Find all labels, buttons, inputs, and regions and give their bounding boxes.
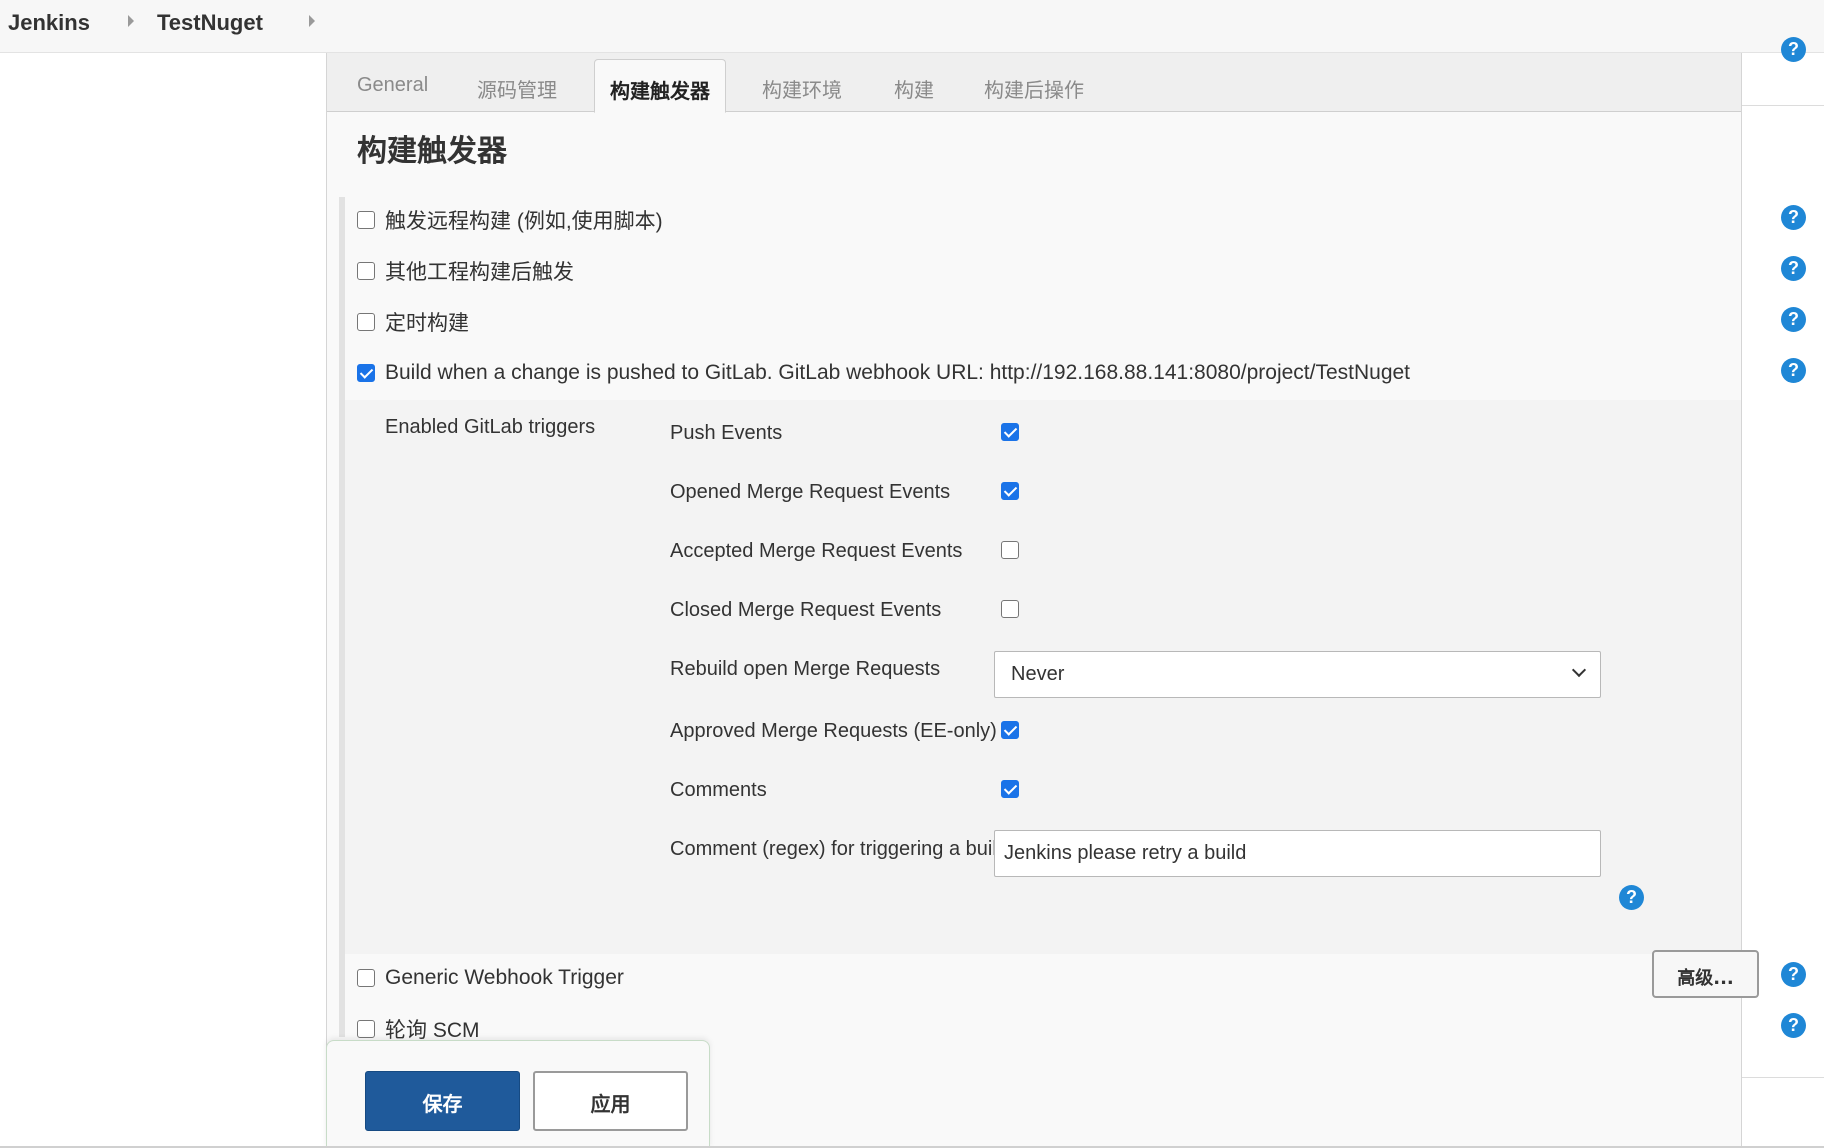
opened-mr-checkbox[interactable] [1001, 482, 1019, 500]
breadcrumb-bar: Jenkins TestNuget [0, 0, 1824, 53]
rebuild-open-mr-value: Never [1011, 663, 1065, 685]
trigger-gitlab-checkbox[interactable] [357, 364, 375, 382]
help-icon[interactable]: ? [1781, 37, 1806, 62]
comment-regex-label: Comment (regex) for triggering a build [670, 838, 1008, 860]
tab-build[interactable]: 构建 [894, 74, 934, 103]
trigger-after-other-checkbox[interactable] [357, 262, 375, 280]
trigger-timed-help-icon[interactable]: ? [1781, 307, 1806, 332]
push-events-label: Push Events [670, 422, 783, 444]
trigger-after-other-label: 其他工程构建后触发 [385, 261, 574, 284]
trigger-timed-row: 定时构建 [357, 307, 469, 337]
rebuild-open-mr-select[interactable]: Never [994, 651, 1601, 698]
tab-source-control[interactable]: 源码管理 [477, 74, 557, 103]
trigger-after-other-row: 其他工程构建后触发 [357, 256, 574, 286]
closed-mr-label: Closed Merge Request Events [670, 599, 942, 621]
section-title: 构建触发器 [357, 134, 507, 169]
tab-post-build[interactable]: 构建后操作 [984, 74, 1084, 103]
trigger-timed-label: 定时构建 [385, 312, 469, 335]
push-events-checkbox[interactable] [1001, 423, 1019, 441]
accepted-mr-label: Accepted Merge Request Events [670, 540, 963, 562]
comments-label: Comments [670, 779, 767, 801]
comment-regex-input[interactable]: Jenkins please retry a build [994, 830, 1601, 877]
trigger-gitlab-row: Build when a change is pushed to GitLab.… [357, 358, 1410, 388]
trigger-generic-webhook-checkbox[interactable] [357, 969, 375, 987]
trigger-remote-label: 触发远程构建 (例如,使用脚本) [385, 210, 663, 233]
chevron-down-icon [1571, 662, 1587, 678]
divider [1742, 1077, 1824, 1078]
trigger-after-other-help-icon[interactable]: ? [1781, 256, 1806, 281]
trigger-generic-webhook-help-icon[interactable]: ? [1781, 962, 1806, 987]
form-action-bar: 保存 应用 [326, 1040, 710, 1148]
advanced-button[interactable]: 高级... [1652, 950, 1759, 998]
config-panel: General 源码管理 构建触发器 构建环境 构建 构建后操作 构建触发器 触… [326, 53, 1759, 1148]
trigger-remote-help-icon[interactable]: ? [1781, 205, 1806, 230]
breadcrumb-dropdown-icon[interactable] [309, 15, 315, 27]
trigger-remote-checkbox[interactable] [357, 211, 375, 229]
apply-button[interactable]: 应用 [533, 1071, 688, 1131]
save-button[interactable]: 保存 [365, 1071, 520, 1131]
trigger-poll-scm-help-icon[interactable]: ? [1781, 1013, 1806, 1038]
comments-checkbox[interactable] [1001, 780, 1019, 798]
closed-mr-checkbox[interactable] [1001, 600, 1019, 618]
divider [1742, 105, 1824, 106]
trigger-gitlab-label: Build when a change is pushed to GitLab.… [385, 361, 1411, 384]
trigger-gitlab-help-icon[interactable]: ? [1781, 358, 1806, 383]
trigger-remote-row: 触发远程构建 (例如,使用脚本) [357, 205, 663, 235]
trigger-generic-webhook-row: Generic Webhook Trigger [357, 963, 624, 993]
trigger-timed-checkbox[interactable] [357, 313, 375, 331]
comment-regex-value: Jenkins please retry a build [1004, 842, 1247, 864]
accepted-mr-checkbox[interactable] [1001, 541, 1019, 559]
approved-mr-checkbox[interactable] [1001, 721, 1019, 739]
rebuild-open-mr-label: Rebuild open Merge Requests [670, 658, 941, 680]
tab-build-triggers[interactable]: 构建触发器 [594, 59, 726, 113]
trigger-poll-scm-checkbox[interactable] [357, 1020, 375, 1038]
opened-mr-label: Opened Merge Request Events [670, 481, 951, 503]
gitlab-triggers-title: Enabled GitLab triggers [385, 416, 596, 438]
config-tabs: General 源码管理 构建触发器 构建环境 构建 构建后操作 [327, 53, 1741, 113]
tab-build-environment[interactable]: 构建环境 [762, 74, 842, 103]
gitlab-trigger-settings: Enabled GitLab triggers Push Events Open… [345, 400, 1759, 998]
breadcrumb-testnuget[interactable]: TestNuget [157, 10, 263, 36]
breadcrumb-jenkins[interactable]: Jenkins [8, 10, 90, 36]
breadcrumb-separator-icon [128, 15, 134, 27]
trigger-generic-webhook-label: Generic Webhook Trigger [385, 966, 624, 989]
tab-general[interactable]: General [357, 74, 428, 97]
approved-mr-label: Approved Merge Requests (EE-only) [670, 720, 997, 742]
comment-regex-help-icon[interactable]: ? [1619, 885, 1644, 910]
